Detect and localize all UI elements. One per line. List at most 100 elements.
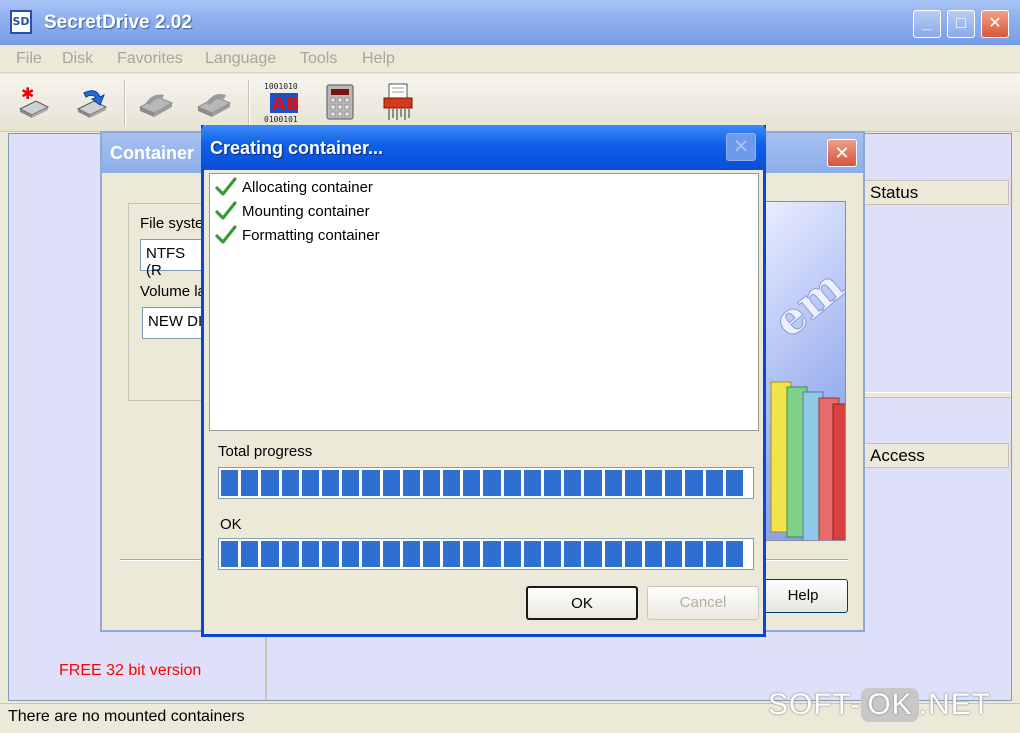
progress-segment (725, 541, 743, 567)
progress-segment (422, 541, 441, 567)
main-title-bar[interactable]: SD SecretDrive 2.02 _ □ ✕ (0, 0, 1020, 45)
binary-abc-icon[interactable]: 1001010 0100101 AB (260, 82, 306, 124)
progress-segment (523, 541, 541, 567)
progress-segment (301, 470, 319, 496)
watermark-text-right: .NET (918, 688, 992, 721)
progress-segment (402, 470, 420, 496)
dialog-title-bar[interactable]: Creating container... ✕ (201, 125, 766, 170)
progress-segment (665, 470, 683, 496)
app-logo-icon: SD (10, 10, 32, 34)
progress-segment (342, 470, 360, 496)
progress-segment (604, 470, 622, 496)
log-item: Mounting container (214, 200, 370, 222)
progress-segment (544, 470, 562, 496)
dialog-close-button[interactable]: ✕ (726, 133, 756, 161)
progress-segment (221, 470, 239, 496)
progress-segment (241, 541, 259, 567)
progress-segment (463, 541, 481, 567)
mount-icon[interactable] (72, 82, 112, 122)
menu-tools[interactable]: Tools (300, 50, 337, 68)
menu-language[interactable]: Language (205, 50, 276, 68)
checkmark-icon (215, 201, 237, 220)
progress-segment (564, 470, 582, 496)
progress-segment (584, 541, 602, 567)
soft-ok-watermark: SOFT- OK .NET (768, 688, 991, 722)
menu-file[interactable]: File (16, 50, 42, 68)
menu-help[interactable]: Help (362, 50, 395, 68)
step-status-label: OK (220, 516, 242, 533)
toolbar-separator-2 (248, 80, 250, 126)
progress-segment (261, 470, 279, 496)
watermark-text-left: SOFT- (768, 688, 862, 721)
progress-segment (362, 541, 380, 567)
wizard-folders-image: em (762, 201, 846, 541)
progress-segment (443, 541, 461, 567)
ok-button[interactable]: OK (526, 586, 638, 620)
access-column-header[interactable]: Access (861, 443, 1009, 468)
progress-segment (705, 541, 723, 567)
menu-favorites[interactable]: Favorites (117, 50, 183, 68)
progress-segment (321, 541, 340, 567)
progress-segment (382, 470, 400, 496)
toolbar-separator (124, 80, 126, 126)
dialog-title: Creating container... (210, 138, 384, 158)
maximize-button[interactable]: □ (947, 10, 975, 38)
checkmark-icon (215, 225, 237, 244)
file-system-label: File syste (140, 215, 204, 232)
progress-segment (604, 541, 622, 567)
disk-icon-disabled[interactable] (136, 82, 176, 122)
progress-segment (624, 541, 642, 567)
log-item: Allocating container (214, 176, 373, 198)
progress-segment (644, 470, 663, 496)
progress-segment (261, 541, 279, 567)
help-button[interactable]: Help (758, 579, 848, 613)
progress-segment (725, 470, 743, 496)
free-version-label: FREE 32 bit version (59, 662, 202, 679)
svg-text:AB: AB (272, 94, 300, 115)
cancel-button[interactable]: Cancel (647, 586, 759, 620)
progress-segment (483, 470, 501, 496)
total-progress-label: Total progress (218, 443, 313, 460)
progress-segment (503, 541, 521, 567)
close-button[interactable]: ✕ (981, 10, 1009, 38)
desktop: SD SecretDrive 2.02 _ □ ✕ File Disk Favo… (0, 0, 1020, 733)
step-progress-bar (218, 538, 754, 570)
minimize-button[interactable]: _ (913, 10, 941, 38)
progress-segment (362, 470, 380, 496)
wizard-close-button[interactable]: ✕ (827, 139, 857, 167)
log-item-text: Formatting container (242, 226, 380, 244)
progress-segment (584, 470, 602, 496)
progress-log-list[interactable]: Allocating container Mounting container … (209, 173, 759, 431)
progress-segment (281, 541, 299, 567)
progress-segment (544, 541, 562, 567)
progress-segment (685, 470, 703, 496)
shredder-icon[interactable] (378, 82, 418, 122)
log-item-text: Allocating container (242, 178, 373, 196)
progress-segment (281, 470, 299, 496)
file-system-select[interactable]: NTFS (R (140, 239, 210, 279)
creating-container-dialog: Creating container... ✕ Allocating conta… (201, 125, 766, 637)
total-progress-bar (218, 467, 754, 499)
menu-disk[interactable]: Disk (62, 50, 93, 68)
progress-segment (241, 470, 259, 496)
progress-segment (463, 470, 481, 496)
disk-icon-disabled-2[interactable] (194, 82, 234, 122)
svg-text:em: em (764, 261, 846, 348)
progress-segment (705, 470, 723, 496)
volume-label-label: Volume la (140, 283, 206, 300)
progress-segment (665, 541, 683, 567)
log-item-text: Mounting container (242, 202, 370, 220)
watermark-text-middle: OK (861, 688, 919, 722)
new-container-icon[interactable]: ✱ (14, 82, 54, 122)
progress-segment (342, 541, 360, 567)
progress-segment (624, 470, 642, 496)
calculator-icon[interactable] (320, 82, 360, 122)
status-column-header[interactable]: Status (861, 180, 1009, 205)
menu-bar: File Disk Favorites Language Tools Help (0, 45, 1020, 73)
svg-text:1001010: 1001010 (264, 82, 298, 91)
progress-segment (382, 541, 400, 567)
log-item: Formatting container (214, 224, 380, 246)
progress-segment (301, 541, 319, 567)
wizard-title: Container (110, 143, 195, 163)
progress-segment (422, 470, 441, 496)
